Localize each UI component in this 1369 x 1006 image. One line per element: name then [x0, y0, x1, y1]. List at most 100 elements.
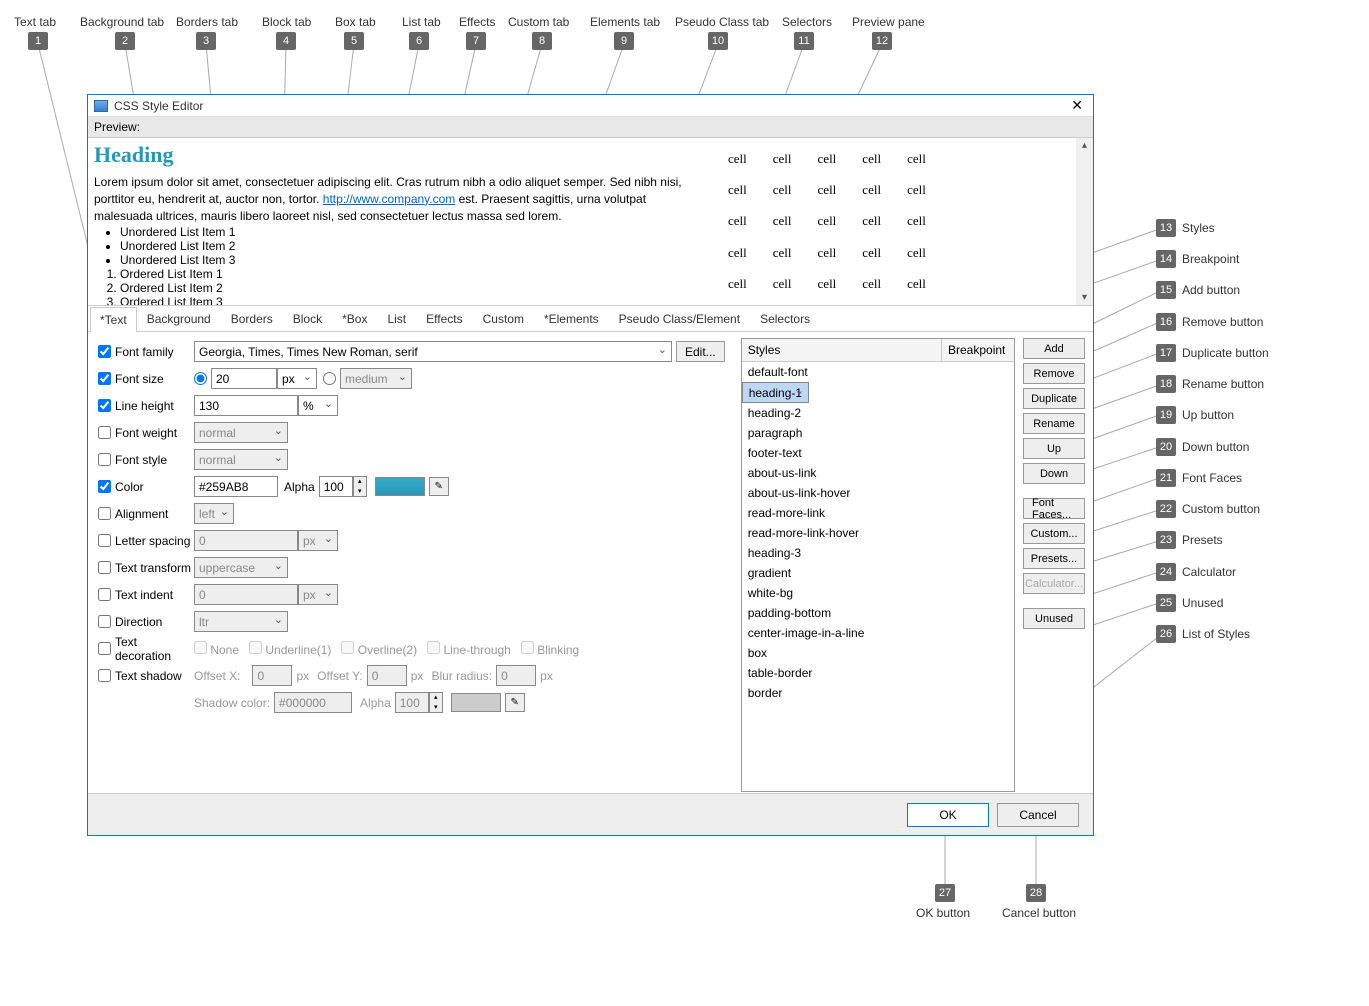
text-decoration-check[interactable]: Text decoration [98, 635, 194, 663]
rename-button[interactable]: Rename [1023, 413, 1085, 434]
dialog-footer: OK Cancel [88, 793, 1093, 835]
remove-button[interactable]: Remove [1023, 363, 1085, 384]
tab-list[interactable]: List [377, 306, 416, 331]
td-underline[interactable]: Underline(1) [249, 641, 331, 657]
font-size-radio-value[interactable] [194, 372, 207, 385]
shadow-color-input [274, 692, 352, 713]
preview-ul: Unordered List Item 1Unordered List Item… [120, 225, 704, 267]
td-linethrough[interactable]: Line-through [427, 641, 511, 657]
style-item[interactable]: paragraph [742, 423, 1014, 443]
color-check[interactable]: Color [98, 480, 194, 494]
styles-list[interactable]: StylesBreakpoint default-fontheading-1he… [741, 338, 1015, 792]
direction-check[interactable]: Direction [98, 615, 194, 629]
alpha-input[interactable] [319, 476, 353, 497]
alpha-label: Alpha [284, 480, 315, 494]
preview-paragraph: Lorem ipsum dolor sit amet, consectetuer… [94, 174, 704, 225]
font-family-select[interactable]: Georgia, Times, Times New Roman, serif [194, 341, 672, 362]
font-size-unit[interactable]: px [277, 368, 317, 389]
preview-scrollbar[interactable]: ▴▾ [1076, 138, 1093, 305]
tab-background[interactable]: Background [137, 306, 221, 331]
scroll-up-icon[interactable]: ▴ [1080, 138, 1089, 153]
shadow-blur [496, 665, 536, 686]
style-item[interactable]: center-image-in-a-line [742, 623, 1014, 643]
tab-box[interactable]: *Box [332, 306, 377, 331]
breakpoint-header[interactable]: Breakpoint [942, 339, 1014, 361]
style-item[interactable]: heading-1 [742, 382, 809, 403]
line-height-input[interactable] [194, 395, 298, 416]
style-item[interactable]: heading-2 [742, 403, 1014, 423]
text-shadow-check[interactable]: Text shadow [98, 669, 194, 683]
color-picker-icon[interactable]: ✎ [429, 477, 449, 496]
duplicate-button[interactable]: Duplicate [1023, 388, 1085, 409]
shadow-picker-icon: ✎ [505, 693, 525, 712]
style-item[interactable]: about-us-link-hover [742, 483, 1014, 503]
shadow-swatch [451, 693, 501, 712]
line-height-unit[interactable]: % [298, 395, 338, 416]
td-none[interactable]: None [194, 641, 239, 657]
text-transform-select: uppercase [194, 557, 288, 578]
unused-button[interactable]: Unused [1023, 608, 1085, 629]
preview-link[interactable]: http://www.company.com [323, 192, 456, 206]
text-indent-unit: px [298, 584, 338, 605]
tab-block[interactable]: Block [283, 306, 332, 331]
preview-ol: Ordered List Item 1Ordered List Item 2Or… [120, 267, 704, 306]
color-swatch[interactable] [375, 477, 425, 496]
tab-elements[interactable]: *Elements [534, 306, 609, 331]
tab-selectors[interactable]: Selectors [750, 306, 820, 331]
tab-effects[interactable]: Effects [416, 306, 472, 331]
custom-button[interactable]: Custom... [1023, 523, 1085, 544]
style-item[interactable]: padding-bottom [742, 603, 1014, 623]
font-weight-select: normal [194, 422, 288, 443]
td-overline[interactable]: Overline(2) [341, 641, 417, 657]
titlebar[interactable]: CSS Style Editor ✕ [88, 95, 1093, 117]
style-item[interactable]: read-more-link-hover [742, 523, 1014, 543]
td-blinking[interactable]: Blinking [521, 641, 579, 657]
style-item[interactable]: read-more-link [742, 503, 1014, 523]
add-button[interactable]: Add [1023, 338, 1085, 359]
font-size-check[interactable]: Font size [98, 372, 194, 386]
styles-header[interactable]: Styles [742, 339, 942, 361]
property-tabs: *Text Background Borders Block *Box List… [88, 306, 1093, 332]
close-icon[interactable]: ✕ [1067, 97, 1087, 114]
style-item[interactable]: footer-text [742, 443, 1014, 463]
style-item[interactable]: gradient [742, 563, 1014, 583]
alignment-check[interactable]: Alignment [98, 507, 194, 521]
font-size-preset: medium [340, 368, 412, 389]
cancel-button[interactable]: Cancel [997, 803, 1079, 827]
font-family-check[interactable]: Font family [98, 345, 194, 359]
letter-spacing-input [194, 530, 298, 551]
shadow-offsetx [252, 665, 292, 686]
style-item[interactable]: border [742, 683, 1014, 703]
tab-borders[interactable]: Borders [221, 306, 283, 331]
style-item[interactable]: white-bg [742, 583, 1014, 603]
font-faces-button[interactable]: Font Faces... [1023, 498, 1085, 519]
font-weight-check[interactable]: Font weight [98, 426, 194, 440]
presets-button[interactable]: Presets... [1023, 548, 1085, 569]
font-size-radio-preset[interactable] [323, 372, 336, 385]
font-family-edit-button[interactable]: Edit... [676, 341, 725, 362]
style-item[interactable]: table-border [742, 663, 1014, 683]
callout-1: Text tab [14, 15, 56, 29]
color-input[interactable] [194, 476, 278, 497]
font-style-check[interactable]: Font style [98, 453, 194, 467]
text-transform-check[interactable]: Text transform [98, 561, 194, 575]
style-item[interactable]: box [742, 643, 1014, 663]
letter-spacing-check[interactable]: Letter spacing [98, 534, 194, 548]
scroll-down-icon[interactable]: ▾ [1080, 290, 1089, 305]
css-style-editor-dialog: CSS Style Editor ✕ Preview: Heading Lore… [87, 94, 1094, 836]
line-height-check[interactable]: Line height [98, 399, 194, 413]
style-item[interactable]: about-us-link [742, 463, 1014, 483]
font-size-input[interactable] [211, 368, 277, 389]
up-button[interactable]: Up [1023, 438, 1085, 459]
tab-custom[interactable]: Custom [473, 306, 534, 331]
alpha-spinner[interactable]: ▴▾ [353, 476, 367, 497]
tab-pseudo[interactable]: Pseudo Class/Element [609, 306, 750, 331]
ok-button[interactable]: OK [907, 803, 989, 827]
text-indent-check[interactable]: Text indent [98, 588, 194, 602]
style-item[interactable]: heading-3 [742, 543, 1014, 563]
preview-table: cellcellcellcellcell cellcellcellcellcel… [714, 142, 940, 301]
direction-select: ltr [194, 611, 288, 632]
down-button[interactable]: Down [1023, 463, 1085, 484]
tab-text[interactable]: *Text [90, 307, 137, 332]
style-item[interactable]: default-font [742, 362, 1014, 382]
